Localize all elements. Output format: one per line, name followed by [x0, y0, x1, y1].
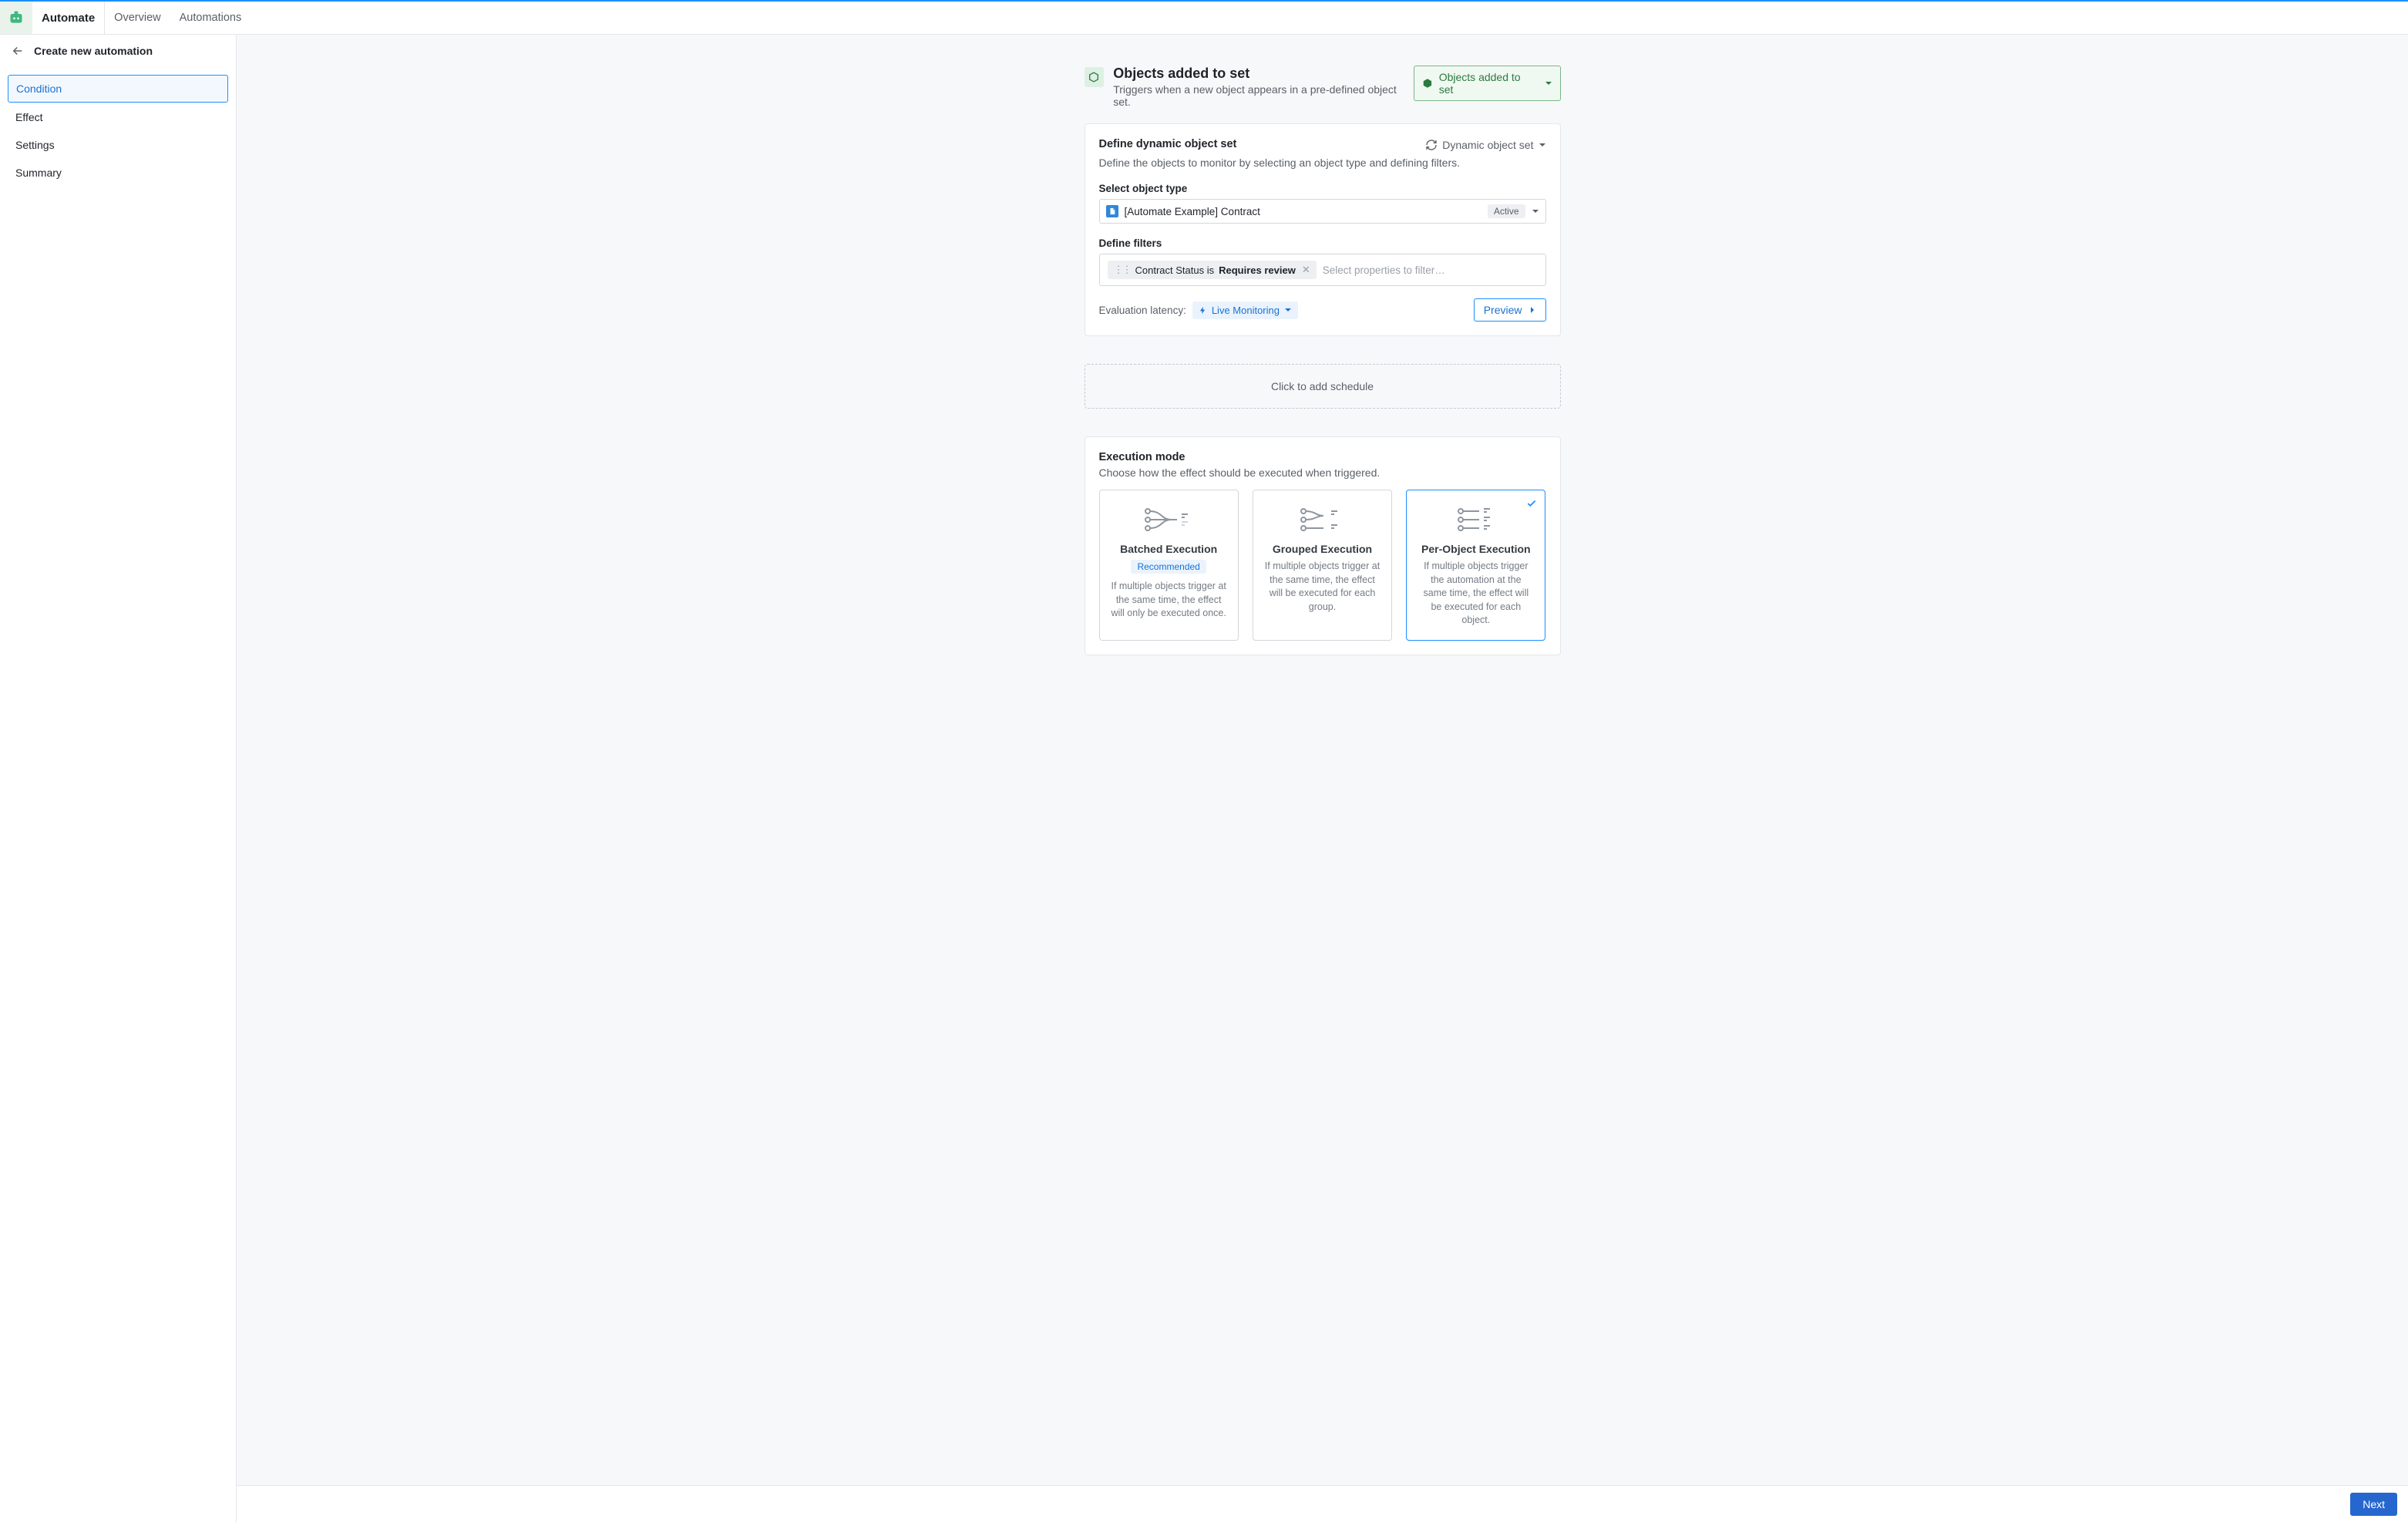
sidebar: Create new automation Condition Effect S…: [0, 35, 237, 1522]
trigger-type-label: Objects added to set: [1439, 71, 1537, 96]
exec-option-per-object[interactable]: Per-Object Execution If multiple objects…: [1406, 490, 1545, 641]
exec-option-desc: If multiple objects trigger the automati…: [1418, 560, 1534, 628]
define-set-heading: Define dynamic object set: [1099, 138, 1237, 150]
live-monitoring-dropdown[interactable]: Live Monitoring: [1192, 301, 1298, 319]
grouped-icon: [1264, 504, 1381, 535]
step-settings[interactable]: Settings: [8, 132, 228, 158]
recommended-badge: Recommended: [1131, 560, 1206, 574]
object-type-select[interactable]: [Automate Example] Contract Active: [1099, 199, 1546, 224]
eval-latency-label: Evaluation latency:: [1099, 305, 1186, 316]
select-object-type-label: Select object type: [1099, 183, 1546, 194]
next-button[interactable]: Next: [2350, 1493, 2397, 1516]
cube-icon: [1422, 78, 1433, 89]
document-icon: [1106, 205, 1118, 217]
step-condition[interactable]: Condition: [8, 75, 228, 103]
trigger-header: Objects added to set Triggers when a new…: [1085, 66, 1414, 108]
batched-icon: [1111, 504, 1227, 535]
step-effect[interactable]: Effect: [8, 104, 228, 130]
filter-chip-value: Requires review: [1219, 264, 1296, 276]
define-set-card: Define dynamic object set Dynamic object…: [1085, 123, 1561, 336]
exec-option-title: Batched Execution: [1111, 543, 1227, 555]
filter-chip[interactable]: ⋮⋮ Contract Status is Requires review ✕: [1108, 261, 1317, 279]
sidebar-title: Create new automation: [34, 45, 153, 57]
exec-heading: Execution mode: [1099, 451, 1546, 463]
caret-down-icon: [1284, 305, 1292, 316]
preview-button[interactable]: Preview: [1474, 298, 1546, 322]
add-schedule-label: Click to add schedule: [1271, 380, 1374, 392]
main: Objects added to set Triggers when a new…: [237, 35, 2408, 1522]
refresh-icon: [1425, 139, 1438, 151]
live-monitoring-label: Live Monitoring: [1212, 305, 1280, 316]
caret-down-icon: [1539, 139, 1546, 151]
app-logo-icon[interactable]: [0, 2, 32, 34]
lightning-icon: [1199, 306, 1207, 315]
per-object-icon: [1418, 504, 1534, 535]
filter-input-box[interactable]: ⋮⋮ Contract Status is Requires review ✕: [1099, 254, 1546, 286]
preview-label: Preview: [1484, 304, 1522, 316]
caret-down-icon: [1532, 205, 1539, 217]
back-arrow-icon[interactable]: [11, 44, 25, 58]
trigger-title: Objects added to set: [1113, 66, 1414, 82]
filter-search-input[interactable]: [1323, 264, 1538, 276]
drag-handle-icon[interactable]: ⋮⋮: [1114, 264, 1131, 276]
brand-label[interactable]: Automate: [32, 2, 105, 34]
footer: Next: [237, 1485, 2408, 1522]
object-type-status: Active: [1488, 204, 1525, 218]
filter-chip-prop: Contract Status is: [1135, 264, 1215, 276]
exec-option-title: Per-Object Execution: [1418, 543, 1534, 555]
nav-overview[interactable]: Overview: [105, 12, 170, 24]
set-mode-label: Dynamic object set: [1442, 139, 1533, 151]
step-summary[interactable]: Summary: [8, 160, 228, 186]
step-list: Condition Effect Settings Summary: [0, 67, 236, 194]
exec-option-batched[interactable]: Batched Execution Recommended If multipl…: [1099, 490, 1239, 641]
define-filters-label: Define filters: [1099, 237, 1546, 249]
topbar: Automate Overview Automations: [0, 0, 2408, 35]
exec-option-desc: If multiple objects trigger at the same …: [1264, 560, 1381, 614]
define-set-sub: Define the objects to monitor by selecti…: [1099, 157, 1546, 169]
exec-option-desc: If multiple objects trigger at the same …: [1111, 580, 1227, 621]
caret-down-icon: [1545, 77, 1552, 89]
trigger-subtitle: Triggers when a new object appears in a …: [1113, 83, 1414, 108]
exec-option-title: Grouped Execution: [1264, 543, 1381, 555]
caret-right-icon: [1529, 306, 1536, 314]
trigger-type-dropdown[interactable]: Objects added to set: [1414, 66, 1561, 101]
nav-automations[interactable]: Automations: [170, 12, 251, 24]
execution-mode-card: Execution mode Choose how the effect sho…: [1085, 436, 1561, 655]
add-schedule-button[interactable]: Click to add schedule: [1085, 364, 1561, 409]
object-type-value: [Automate Example] Contract: [1125, 206, 1481, 217]
exec-sub: Choose how the effect should be executed…: [1099, 466, 1546, 479]
check-icon: [1526, 498, 1537, 511]
exec-option-grouped[interactable]: Grouped Execution If multiple objects tr…: [1253, 490, 1392, 641]
cube-icon: [1085, 67, 1105, 87]
set-mode-dropdown[interactable]: Dynamic object set: [1425, 139, 1545, 151]
remove-filter-icon[interactable]: ✕: [1302, 264, 1310, 276]
